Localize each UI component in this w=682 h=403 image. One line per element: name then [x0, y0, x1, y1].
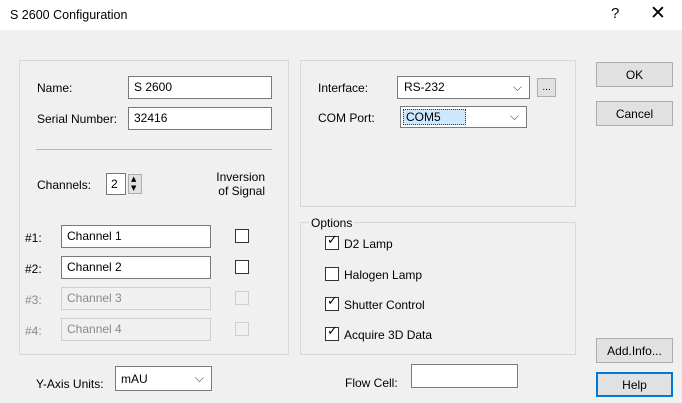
inversion-header-line2: of Signal	[218, 184, 265, 198]
help-button[interactable]: Help	[596, 372, 673, 397]
channels-label: Channels:	[37, 178, 92, 192]
serial-number-label: Serial Number:	[37, 112, 118, 126]
help-icon[interactable]: ?	[611, 5, 619, 22]
checkmark-icon: ✓	[327, 324, 338, 339]
com-port-label: COM Port:	[318, 111, 375, 125]
window-title: S 2600 Configuration	[10, 8, 128, 22]
d2-lamp-label[interactable]: D2 Lamp	[344, 237, 393, 251]
channels-count-field[interactable]: 2	[106, 173, 126, 195]
channel-4-inversion-checkbox	[235, 322, 249, 336]
chevron-down-icon[interactable]: ⌵	[510, 109, 519, 124]
name-label: Name:	[37, 81, 73, 95]
close-icon[interactable]: ✕	[650, 2, 666, 24]
chevron-down-icon[interactable]: ⌵	[513, 80, 522, 95]
add-info-button[interactable]: Add.Info...	[596, 338, 673, 363]
divider	[36, 149, 272, 150]
ok-button[interactable]: OK	[596, 62, 673, 87]
channel-3-field: Channel 3	[61, 287, 211, 310]
halogen-lamp-label[interactable]: Halogen Lamp	[344, 268, 422, 282]
channel-4-field: Channel 4	[61, 318, 211, 341]
channel-3-label: #3:	[25, 293, 42, 307]
inversion-header-line1: Inversion	[216, 170, 265, 184]
halogen-lamp-checkbox[interactable]	[325, 267, 339, 281]
shutter-control-label[interactable]: Shutter Control	[344, 298, 425, 312]
checkmark-icon: ✓	[327, 233, 338, 248]
acquire-3d-data-checkbox[interactable]: ✓	[325, 324, 339, 341]
checkmark-icon: ✓	[327, 294, 338, 309]
channel-2-inversion-checkbox[interactable]	[235, 260, 249, 274]
interface-label: Interface:	[318, 81, 369, 95]
channel-2-label: #2:	[25, 262, 42, 276]
interface-dropdown[interactable]: RS-232 ⌵	[397, 76, 530, 99]
flow-cell-label: Flow Cell:	[345, 376, 398, 390]
shutter-control-checkbox[interactable]: ✓	[325, 294, 339, 311]
options-group	[300, 222, 576, 355]
channel-3-inversion-checkbox	[235, 291, 249, 305]
d2-lamp-checkbox[interactable]: ✓	[325, 233, 339, 250]
channels-spinner[interactable]: ▲ ▼	[128, 174, 142, 194]
y-axis-units-dropdown[interactable]: mAU ⌵	[115, 366, 212, 391]
options-group-label: Options	[309, 216, 355, 230]
name-field[interactable]: S 2600	[128, 76, 272, 99]
com-port-dropdown[interactable]: COM5 ⌵	[400, 106, 527, 128]
instrument-group	[19, 60, 289, 355]
spinner-up-icon[interactable]: ▲	[131, 176, 136, 183]
spinner-down-icon[interactable]: ▼	[131, 185, 136, 192]
cancel-button[interactable]: Cancel	[596, 101, 673, 126]
interface-value: RS-232	[404, 80, 445, 94]
flow-cell-field[interactable]	[411, 364, 518, 388]
channel-1-field[interactable]: Channel 1	[61, 225, 211, 248]
y-axis-units-label: Y-Axis Units:	[36, 377, 104, 391]
browse-button[interactable]: ...	[537, 78, 556, 97]
com-port-value: COM5	[403, 109, 466, 125]
serial-number-field[interactable]: 32416	[128, 107, 272, 130]
chevron-down-icon[interactable]: ⌵	[195, 371, 204, 386]
inversion-header: Inversion of Signal	[205, 170, 265, 198]
acquire-3d-data-label[interactable]: Acquire 3D Data	[344, 328, 432, 342]
channel-1-label: #1:	[25, 231, 42, 245]
channel-1-inversion-checkbox[interactable]	[235, 229, 249, 243]
channel-2-field[interactable]: Channel 2	[61, 256, 211, 279]
channel-4-label: #4:	[25, 324, 42, 338]
y-axis-units-value: mAU	[121, 372, 148, 386]
